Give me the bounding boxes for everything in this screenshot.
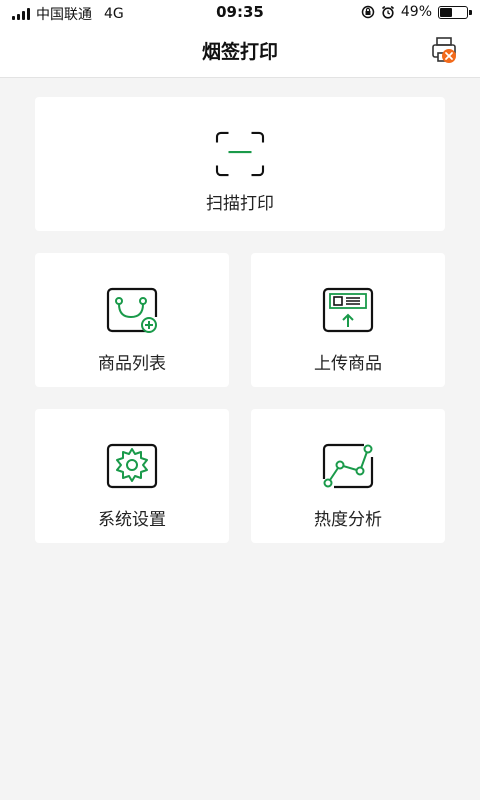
upload-product-label: 上传商品 bbox=[314, 354, 382, 374]
status-bar: 中国联通 4G 09:35 49% bbox=[0, 0, 480, 24]
system-settings-label: 系统设置 bbox=[98, 510, 166, 530]
heat-analysis-card[interactable]: 热度分析 bbox=[251, 409, 445, 543]
orientation-lock-icon bbox=[361, 5, 375, 19]
heat-analysis-label: 热度分析 bbox=[314, 510, 382, 530]
battery-percent: 49% bbox=[400, 4, 432, 20]
scan-print-card[interactable]: 扫描打印 bbox=[35, 97, 445, 231]
printer-status-button[interactable] bbox=[430, 36, 460, 66]
product-list-label: 商品列表 bbox=[98, 354, 166, 374]
product-list-card[interactable]: 商品列表 bbox=[35, 253, 229, 387]
upload-product-card[interactable]: 上传商品 bbox=[251, 253, 445, 387]
printer-disconnected-icon bbox=[432, 37, 456, 63]
navigation-bar: 烟签打印 bbox=[0, 24, 480, 78]
upload-product-icon bbox=[322, 287, 374, 333]
scan-print-label: 扫描打印 bbox=[206, 194, 274, 214]
scan-frame-icon bbox=[215, 131, 265, 177]
trend-chart-icon bbox=[322, 443, 374, 489]
page-title: 烟签打印 bbox=[201, 41, 278, 63]
product-list-icon bbox=[106, 287, 158, 333]
alarm-icon bbox=[381, 5, 394, 19]
settings-gear-icon bbox=[106, 443, 158, 489]
battery-icon bbox=[438, 5, 472, 19]
system-settings-card[interactable]: 系统设置 bbox=[35, 409, 229, 543]
